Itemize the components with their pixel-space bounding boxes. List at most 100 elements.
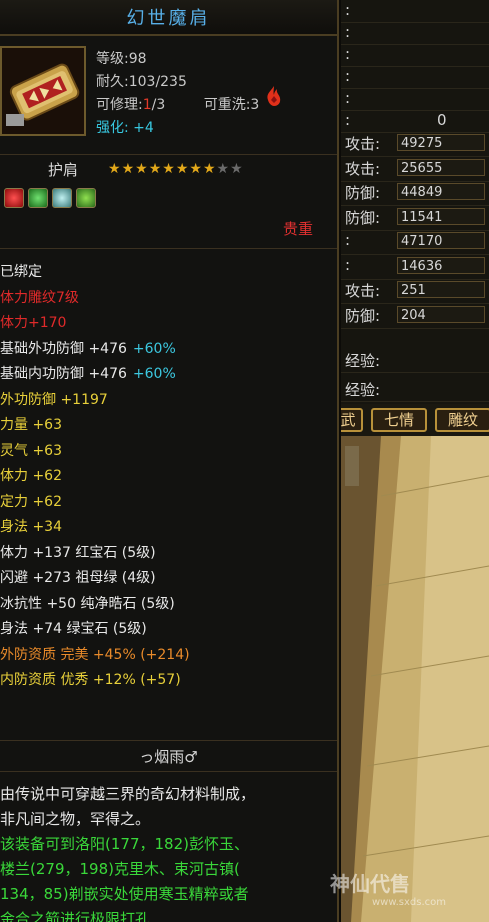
green-gem-icon[interactable] [76, 188, 96, 208]
stat-value-box: 49275 [397, 134, 485, 151]
game-scene-view[interactable] [341, 436, 489, 922]
star-filled-icon: ★ [202, 161, 216, 177]
stat-value-box: 251 [397, 281, 485, 298]
description-line: 金合之箭进行极限打孔 [0, 910, 151, 922]
tab-seven-emotions[interactable]: 七情 [371, 408, 427, 432]
stat-value-box: 11541 [397, 207, 485, 225]
stat-label: : [345, 231, 351, 249]
stat-label: 攻击: [345, 159, 381, 178]
stat-row: : [341, 0, 489, 23]
attribute-text: 体力 +137 红宝石 (5级) [0, 544, 156, 561]
panel-tab-bar: 武 七情 雕纹 [341, 404, 489, 436]
stat-label: : [345, 111, 351, 129]
stat-row: : [341, 44, 489, 67]
stat-value-box: 47170 [397, 232, 485, 249]
attribute-text: 基础内功防御 +476 [0, 366, 127, 382]
stat-label: : [345, 23, 351, 41]
attribute-text: 身法 +74 绿宝石 (5级) [0, 621, 147, 637]
attribute-line: 冰抗性 +50 纯净晧石 (5级) [0, 592, 337, 618]
stat-value-box: 44849 [397, 183, 485, 200]
star-filled-icon: ★ [121, 161, 135, 177]
stat-label: 防御: [345, 184, 381, 202]
attribute-line: 体力+170 [0, 311, 337, 337]
stat-value-box: 25655 [397, 158, 485, 176]
stat-label: 攻击: [345, 135, 381, 153]
attribute-text: 定力 +62 [0, 493, 62, 510]
emerald-gem-icon[interactable] [28, 188, 48, 208]
item-description: 由传说中可穿越三界的奇幻材料制成， 非凡间之物，罕得之。 该装备可到洛阳(177，1… [0, 782, 337, 922]
attribute-text: 身法 +34 [0, 519, 62, 535]
attribute-text: 基础外功防御 +476 [0, 340, 127, 357]
repairable-current: 1 [142, 97, 152, 113]
tab-carving[interactable]: 雕纹 [435, 408, 489, 432]
attribute-line: 内防资质 优秀 +12% (+57) [0, 668, 337, 694]
stat-value-box: 14636 [397, 256, 485, 274]
item-tooltip: 幻世魔肩 等级:98 耐久:103/235 可修理:1/3 可重洗:3 强化: … [0, 0, 339, 922]
attribute-line: 体力雕纹7级 [0, 286, 337, 312]
stat-row: : 47170 [341, 230, 489, 255]
star-filled-icon: ★ [162, 161, 175, 177]
attribute-line: 灵气 +63 [0, 439, 337, 465]
site-watermark: 神仙代售 www.sxds.com [330, 868, 446, 908]
attribute-line: 力量 +63 [0, 413, 337, 439]
attribute-text: 体力雕纹7级 [0, 289, 79, 306]
maker-signature: っ烟雨♂ [0, 740, 337, 772]
item-stats: 等级:98 耐久:103/235 可修理:1/3 可重洗:3 强化: +4 [96, 48, 259, 140]
star-rating: ★★★★★★★★★★ [108, 161, 244, 177]
item-name: 幻世魔肩 [126, 8, 211, 29]
stat-row: 攻击: 251 [341, 279, 489, 304]
attribute-line: 身法 +74 绿宝石 (5级) [0, 617, 337, 643]
item-enhance: 强化: +4 [96, 117, 259, 140]
attribute-text: 体力+170 [0, 315, 67, 331]
stat-value: 0 [437, 111, 447, 129]
attribute-line: 基础外功防御 +476 +60% [0, 337, 337, 363]
star-empty-icon: ★ [216, 161, 230, 177]
attribute-line: 身法 +34 [0, 515, 337, 541]
tooltip-title-bar: 幻世魔肩 [0, 0, 337, 36]
stat-label: : [345, 45, 351, 63]
attribute-text: 体力 +62 [0, 468, 62, 484]
repairable-total: /3 [151, 97, 166, 113]
attribute-line: 已绑定 [0, 260, 337, 286]
description-line: 楼兰(279，198)克里木、束河古镇( [0, 860, 240, 878]
description-line: 134，85)剃嵌实处使用寒玉精粹或者 [0, 885, 249, 903]
attribute-text: 冰抗性 +50 纯净晧石 (5级) [0, 595, 175, 612]
description-line: 该装备可到洛阳(177，182)彭怀玉、 [0, 835, 249, 853]
slot-type: 护肩 [48, 160, 79, 179]
attribute-line: 体力 +62 [0, 464, 337, 490]
stat-row: : [341, 66, 489, 89]
experience-row-1: 经验: [341, 346, 489, 373]
ruby-gem-icon[interactable] [4, 188, 24, 208]
valuable-tag: 贵重 [282, 220, 313, 238]
attribute-text: 内防资质 优秀 +12% (+57) [0, 672, 181, 688]
exp-label-2: 经验: [345, 381, 381, 399]
tab-martial[interactable]: 武 [341, 408, 363, 432]
description-line: 由传说中可穿越三界的奇幻材料制成， [0, 785, 256, 803]
attribute-text: 力量 +63 [0, 417, 62, 433]
watermark-brand: 神仙代售 [330, 872, 410, 896]
attribute-bonus: +60% [132, 340, 176, 357]
shoulder-armor-icon[interactable] [0, 46, 86, 136]
fire-emblem-icon [267, 86, 281, 106]
attribute-text: 外防资质 完美 +45% (+214) [0, 646, 190, 663]
star-filled-icon: ★ [148, 161, 162, 177]
stat-label: 攻击: [345, 282, 381, 300]
stat-label: 防御: [345, 306, 381, 325]
stat-label: : [345, 1, 351, 19]
star-filled-icon: ★ [175, 161, 189, 177]
stat-row: : [341, 88, 489, 111]
stat-row: 攻击: 25655 [341, 157, 489, 182]
attribute-line: 基础内功防御 +476 +60% [0, 362, 337, 388]
item-header: 等级:98 耐久:103/235 可修理:1/3 可重洗:3 强化: +4 [0, 36, 337, 155]
stat-row: 防御: 11541 [341, 206, 489, 231]
attribute-text: 灵气 +63 [0, 442, 62, 459]
attribute-line: 外功防御 +1197 [0, 388, 337, 414]
pure-stone-gem-icon[interactable] [52, 188, 72, 208]
stat-row: : [341, 22, 489, 45]
watermark-url: www.sxds.com [372, 897, 447, 908]
stat-row: 防御: 44849 [341, 181, 489, 206]
enhance-value: +4 [133, 120, 154, 136]
attribute-line: 外防资质 完美 +45% (+214) [0, 643, 337, 669]
gem-sockets [0, 183, 337, 213]
stat-row: 防御: 204 [341, 304, 489, 329]
